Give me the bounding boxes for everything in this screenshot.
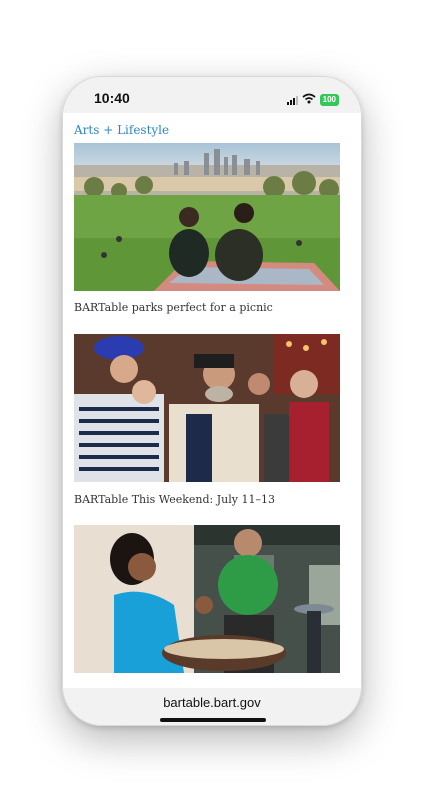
- signal-icon: [286, 95, 298, 105]
- status-icons: 100: [286, 91, 339, 109]
- page-content[interactable]: Arts + Lifestyle BARTable parks perfect …: [63, 113, 361, 688]
- wifi-icon: [302, 91, 316, 109]
- article-image-picnic[interactable]: [74, 143, 340, 291]
- article-image-drums[interactable]: [74, 525, 340, 673]
- phone-frame: 10:40 100 Arts + Lifestyle BARTable park…: [62, 76, 362, 726]
- article-title[interactable]: BARTable This Weekend: July 11–13: [74, 493, 275, 506]
- browser-url-bar[interactable]: bartable.bart.gov: [63, 688, 361, 725]
- status-bar: 10:40 100: [63, 77, 361, 113]
- url-text[interactable]: bartable.bart.gov: [63, 695, 361, 710]
- home-indicator[interactable]: [160, 718, 266, 722]
- section-label[interactable]: Arts + Lifestyle: [74, 123, 169, 137]
- battery-icon: 100: [319, 94, 339, 106]
- article-image-weekend[interactable]: [74, 334, 340, 482]
- status-time: 10:40: [94, 90, 130, 106]
- article-title[interactable]: BARTable parks perfect for a picnic: [74, 301, 273, 314]
